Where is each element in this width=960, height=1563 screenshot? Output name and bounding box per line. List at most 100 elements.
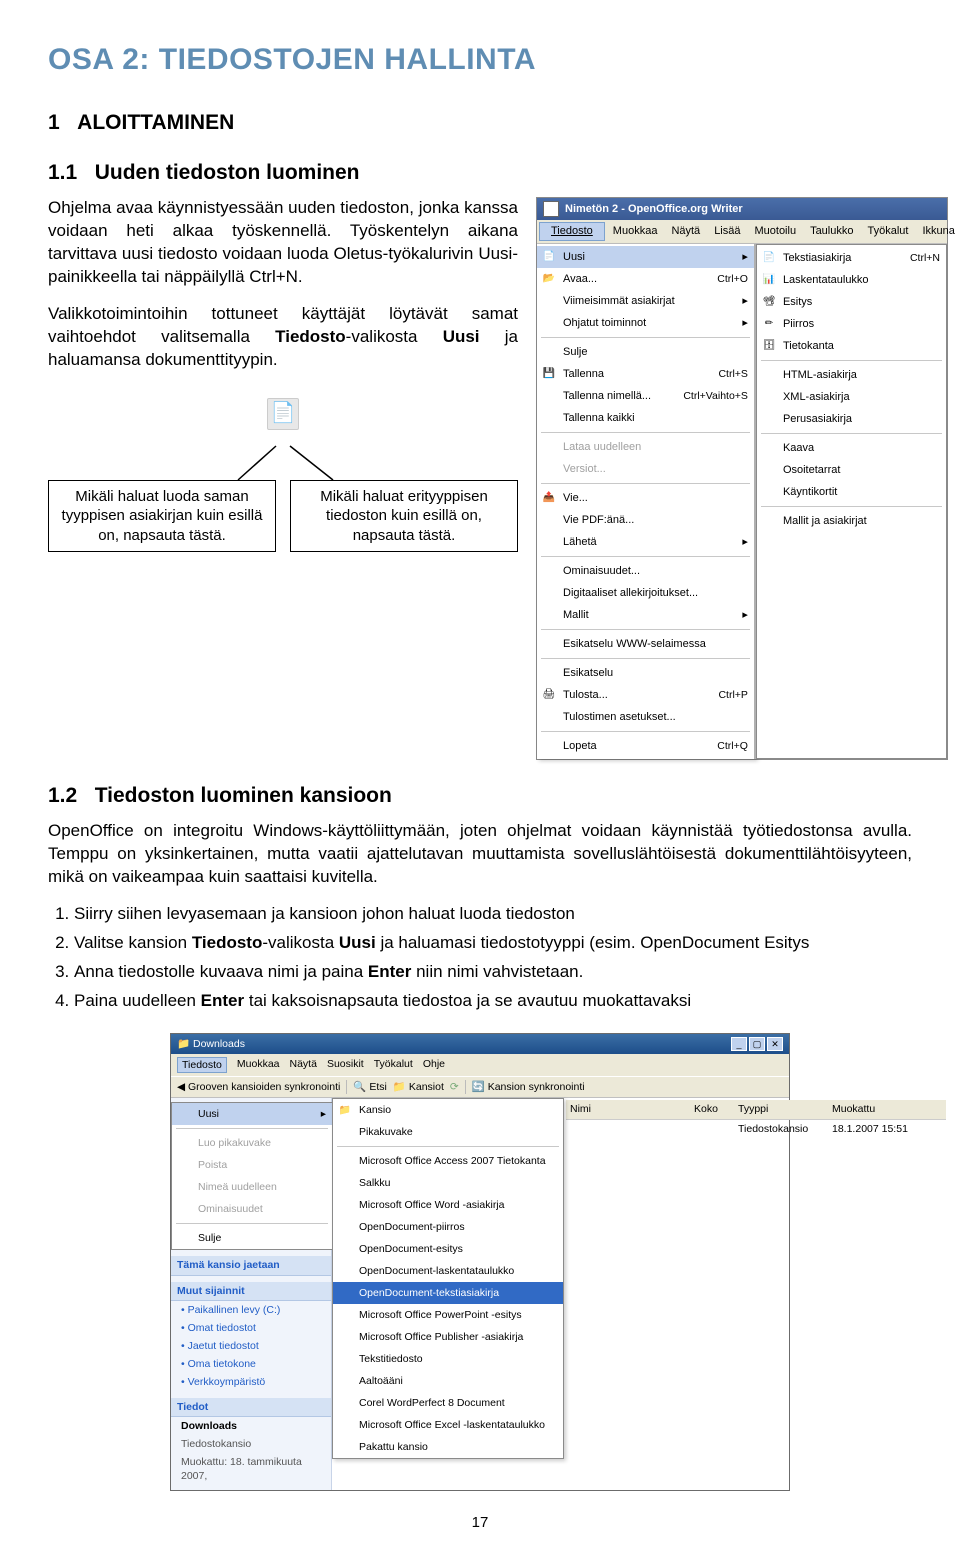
menu-lisaa[interactable]: Lisää — [708, 222, 746, 241]
exp-menu-tiedosto[interactable]: Tiedosto — [177, 1057, 227, 1073]
menu-tiedosto[interactable]: Tiedosto — [539, 222, 605, 241]
menu-item[interactable]: Digitaaliset allekirjoitukset... — [537, 582, 754, 604]
menu-item[interactable]: Perusasiakirja — [757, 408, 946, 430]
menu-item[interactable]: Tallenna kaikki — [537, 407, 754, 429]
menubar[interactable]: Tiedosto Muokkaa Näytä Lisää Muotoilu Ta… — [537, 220, 947, 244]
menu-item-label: Salkku — [359, 1176, 557, 1190]
table-row[interactable]: Tiedostokansio 18.1.2007 15:51 — [566, 1120, 946, 1138]
menu-item[interactable]: XML-asiakirja — [757, 386, 946, 408]
menu-item[interactable]: Käyntikortit — [757, 481, 946, 503]
exp-menu-tyokalut[interactable]: Työkalut — [374, 1057, 413, 1073]
menu-item[interactable]: Tulostimen asetukset... — [537, 706, 754, 728]
window-title: Nimetön 2 - OpenOffice.org Writer — [565, 202, 743, 217]
menu-item[interactable]: Ohjatut toiminnot▸ — [537, 312, 754, 334]
menu-ikkuna[interactable]: Ikkuna — [916, 222, 960, 241]
menu-item[interactable]: ✏Piirros — [757, 313, 946, 335]
menu-item-icon — [761, 389, 777, 405]
menu-item[interactable]: Tekstitiedosto — [333, 1348, 563, 1370]
step-4: Paina uudelleen Enter tai kaksoisnapsaut… — [74, 990, 912, 1013]
menu-item[interactable]: 📄Uusi▸ — [537, 246, 754, 268]
menu-item-label: OpenDocument-laskentataulukko — [359, 1264, 557, 1278]
menu-item[interactable]: LopetaCtrl+Q — [537, 735, 754, 757]
menu-item-label: Pakattu kansio — [359, 1440, 557, 1454]
explorer-menubar[interactable]: Tiedosto Muokkaa Näytä Suosikit Työkalut… — [171, 1054, 789, 1076]
menu-item[interactable]: Kaava — [757, 437, 946, 459]
menu-item[interactable]: Nimeä uudelleen — [172, 1176, 332, 1198]
menu-item[interactable]: Vie PDF:änä... — [537, 509, 754, 531]
menu-item[interactable]: Salkku — [333, 1172, 563, 1194]
menu-item[interactable]: 💾TallennaCtrl+S — [537, 363, 754, 385]
menu-item-label: OpenDocument-esitys — [359, 1242, 557, 1256]
menu-item[interactable]: 📂Avaa...Ctrl+O — [537, 268, 754, 290]
menu-item-label: Esitys — [783, 295, 940, 310]
menu-item[interactable]: Sulje — [537, 341, 754, 363]
heading-1: 1 ALOITTAMINEN — [48, 109, 912, 137]
menu-item[interactable]: Microsoft Office Access 2007 Tietokanta — [333, 1150, 563, 1172]
menu-item[interactable]: Aaltoääni — [333, 1370, 563, 1392]
menu-tyokalut[interactable]: Työkalut — [861, 222, 914, 241]
menu-taulukko[interactable]: Taulukko — [804, 222, 859, 241]
menu-item[interactable]: Mallit▸ — [537, 604, 754, 626]
menu-item[interactable]: OpenDocument-esitys — [333, 1238, 563, 1260]
menu-item[interactable]: 📤Vie... — [537, 487, 754, 509]
menu-item[interactable]: Uusi▸ — [172, 1103, 332, 1125]
menu-item-icon — [541, 636, 557, 652]
menu-item[interactable]: Ominaisuudet... — [537, 560, 754, 582]
explorer-toolbar[interactable]: ◀ Grooven kansioiden synkronointi 🔍 Etsi… — [171, 1076, 789, 1098]
menu-muokkaa[interactable]: Muokkaa — [607, 222, 664, 241]
menu-item[interactable]: Esikatselu — [537, 662, 754, 684]
menu-item[interactable]: Corel WordPerfect 8 Document — [333, 1392, 563, 1414]
screenshot-openoffice-menu: Nimetön 2 - OpenOffice.org Writer Tiedos… — [536, 197, 948, 760]
menu-item[interactable]: 📊Laskentataulukko — [757, 269, 946, 291]
new-submenu: 📄TekstiasiakirjaCtrl+N📊Laskentataulukko📽… — [756, 244, 947, 759]
menu-item[interactable]: Lähetä▸ — [537, 531, 754, 553]
menu-item[interactable]: Sulje — [172, 1227, 332, 1249]
location-link[interactable]: • Oma tietokone — [171, 1355, 331, 1373]
menu-nayta[interactable]: Näytä — [665, 222, 706, 241]
menu-item[interactable]: Microsoft Office PowerPoint -esitys — [333, 1304, 563, 1326]
window-buttons[interactable]: _▢✕ — [729, 1037, 783, 1051]
menu-item-icon — [541, 388, 557, 404]
menu-item[interactable]: Lataa uudelleen — [537, 436, 754, 458]
menu-item[interactable]: OpenDocument-tekstiasiakirja — [333, 1282, 563, 1304]
menu-item[interactable]: Viimeisimmät asiakirjat▸ — [537, 290, 754, 312]
menu-item[interactable]: Microsoft Office Word -asiakirja — [333, 1194, 563, 1216]
menu-item[interactable]: Esikatselu WWW-selaimessa — [537, 633, 754, 655]
location-link[interactable]: • Verkkoympäristö — [171, 1373, 331, 1391]
menu-item-label: Corel WordPerfect 8 Document — [359, 1396, 557, 1410]
menu-item[interactable]: OpenDocument-piirros — [333, 1216, 563, 1238]
submenu-arrow-icon: ▸ — [740, 250, 748, 265]
menu-item[interactable]: 📁Kansio — [333, 1099, 563, 1121]
menu-item[interactable]: HTML-asiakirja — [757, 364, 946, 386]
menu-item[interactable]: Luo pikakuvake — [172, 1132, 332, 1154]
menu-item[interactable]: Poista — [172, 1154, 332, 1176]
menu-item[interactable]: 📽Esitys — [757, 291, 946, 313]
location-link[interactable]: • Paikallinen levy (C:) — [171, 1301, 331, 1319]
menu-item[interactable]: Microsoft Office Publisher -asiakirja — [333, 1326, 563, 1348]
menu-muotoilu[interactable]: Muotoilu — [748, 222, 802, 241]
exp-menu-muokkaa[interactable]: Muokkaa — [237, 1057, 280, 1073]
menu-item[interactable]: Pikakuvake — [333, 1121, 563, 1143]
location-link[interactable]: • Omat tiedostot — [171, 1319, 331, 1337]
exp-menu-suosikit[interactable]: Suosikit — [327, 1057, 364, 1073]
menu-item[interactable]: Pakattu kansio — [333, 1436, 563, 1458]
exp-menu-nayta[interactable]: Näytä — [290, 1057, 317, 1073]
menu-item[interactable]: Ominaisuudet — [172, 1198, 332, 1220]
menu-item-icon — [337, 1351, 353, 1367]
menu-item[interactable]: 🗄Tietokanta — [757, 335, 946, 357]
menu-item[interactable]: 🖨Tulosta...Ctrl+P — [537, 684, 754, 706]
menu-item[interactable]: 📄TekstiasiakirjaCtrl+N — [757, 247, 946, 269]
explorer-title: Downloads — [193, 1038, 245, 1050]
menu-item[interactable]: Mallit ja asiakirjat — [757, 510, 946, 532]
menu-item[interactable]: OpenDocument-laskentataulukko — [333, 1260, 563, 1282]
menu-item[interactable]: Osoitetarrat — [757, 459, 946, 481]
menu-item[interactable]: Tallenna nimellä...Ctrl+Vaihto+S — [537, 385, 754, 407]
menu-item-label: Piirros — [783, 317, 940, 332]
menu-item[interactable]: Microsoft Office Excel -laskentataulukko — [333, 1414, 563, 1436]
menu-item-label: Microsoft Office Access 2007 Tietokanta — [359, 1154, 557, 1168]
column-headers[interactable]: Nimi Koko Tyyppi Muokattu — [566, 1100, 946, 1119]
exp-menu-ohje[interactable]: Ohje — [423, 1057, 445, 1073]
location-link[interactable]: • Jaetut tiedostot — [171, 1337, 331, 1355]
menu-item-label: OpenDocument-tekstiasiakirja — [359, 1286, 557, 1300]
menu-item[interactable]: Versiot... — [537, 458, 754, 480]
